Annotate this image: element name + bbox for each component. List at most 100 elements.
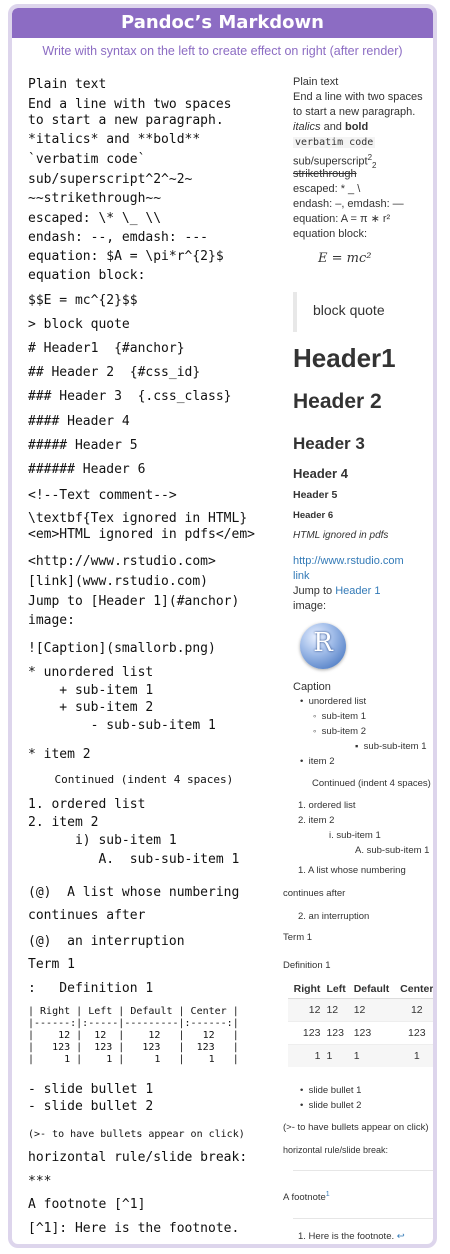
src-table-header: | Right | Left | Default | Center | <box>28 1006 239 1017</box>
table-cell: 12 <box>395 998 433 1022</box>
out-footnote-divider <box>293 1218 433 1219</box>
src-comment: <!--Text comment--> <box>28 488 177 503</box>
out-html-ignored: HTML ignored in pdfs <box>293 530 389 541</box>
src-link: [link](www.rstudio.com) <box>28 574 209 589</box>
out-ul-sub2-label: sub-item 2 <box>321 726 367 737</box>
out-italics-bold: italics and bold <box>293 120 368 134</box>
out-equation-block: E = mc² <box>318 251 372 266</box>
panel-subtitle: Write with syntax on the left to create … <box>42 44 403 58</box>
src-ul-1: * unordered list <box>28 665 154 680</box>
table-header-row: Right Left Default Center <box>288 980 433 999</box>
src-header4: #### Header 4 <box>28 414 130 429</box>
out-sub-base: sub/superscript <box>293 155 368 168</box>
out-jump-prefix: Jump to <box>293 585 336 597</box>
out-verbatim-code: verbatim code <box>293 137 376 148</box>
out-footnote-mark[interactable]: 1 <box>326 1191 330 1198</box>
src-italics-bold: *italics* and **bold** <box>28 132 201 147</box>
out-ul-item2-label: item 2 <box>308 756 335 767</box>
src-numbered-2: (@) an interruption <box>28 934 185 949</box>
table-header-cell: Right <box>288 980 324 999</box>
src-ul-subsub1: - sub-sub-item 1 <box>28 718 216 733</box>
out-footnote: A footnote1 <box>283 1189 330 1204</box>
src-ol-2: 2. item 2 <box>28 815 99 830</box>
out-jump-link[interactable]: Header 1 <box>335 585 380 597</box>
out-sub: 2 <box>372 160 377 170</box>
src-click-note: (>- to have bullets appear on click) <box>28 1129 245 1140</box>
src-slide-bullet-2: - slide bullet 2 <box>28 1099 154 1114</box>
out-ol-sub: i. sub-item 1 <box>329 830 381 841</box>
src-equation-block-label: equation block: <box>28 268 146 283</box>
out-url-link[interactable]: http://www.rstudio.com <box>293 554 404 568</box>
src-image-label: image: <box>28 613 75 628</box>
out-ul-1-label: unordered list <box>308 696 367 707</box>
src-footnote-ref: A footnote [^1] <box>28 1197 146 1212</box>
src-header2: ## Header 2 {#css_id} <box>28 365 201 380</box>
out-ul-sub1: ◦ sub-item 1 <box>313 711 367 722</box>
out-paragraph-line-1: End a line with two spaces <box>293 91 423 103</box>
src-ol-sub: i) sub-item 1 <box>28 833 177 848</box>
r-logo-image: R <box>300 623 346 669</box>
out-ol-subsub: A. sub-sub-item 1 <box>355 845 430 856</box>
table-row: 123 123 123 123 <box>288 1021 433 1045</box>
src-verbatim: `verbatim code` <box>28 152 146 167</box>
out-header5: Header 5 <box>293 489 338 501</box>
out-equation: equation: A = π ∗ r² <box>293 213 391 225</box>
src-block-quote: > block quote <box>28 317 130 332</box>
out-image-label: image: <box>293 600 327 612</box>
src-line-break-1: End a line with two spaces <box>28 97 232 112</box>
src-html: <em>HTML ignored in pdfs</em> <box>28 527 255 542</box>
table-row: 12 12 12 12 <box>288 998 433 1022</box>
src-autolink: <http://www.rstudio.com> <box>28 554 216 569</box>
out-ol-2: 2. item 2 <box>298 815 335 826</box>
src-image: ![Caption](smallorb.png) <box>28 641 216 656</box>
src-sub-superscript: sub/superscript^2^~2~ <box>28 172 193 187</box>
src-equation-block: $$E = mc^{2}$$ <box>28 293 138 308</box>
src-numbered-1: (@) A list whose numbering <box>28 885 240 900</box>
table-header-cell: Center <box>395 980 433 999</box>
out-ul-subsub1-label: sub-sub-item 1 <box>363 741 427 752</box>
src-ul-sub2: + sub-item 2 <box>28 700 154 715</box>
out-plain-text: Plain text <box>293 76 339 88</box>
out-dashes: endash: –, emdash: — <box>293 198 404 210</box>
out-table: Right Left Default Center 12 12 12 12 12… <box>288 980 433 1067</box>
r-logo-letter: R <box>313 628 333 658</box>
out-ul-sub2: ◦ sub-item 2 <box>313 726 367 737</box>
out-blockquote: block quote <box>293 292 431 332</box>
out-slide-bullet-1-label: slide bullet 1 <box>308 1085 362 1096</box>
out-ol-1: 1. ordered list <box>298 800 356 811</box>
footnote-back-icon[interactable]: ↩ <box>397 1231 405 1242</box>
out-link[interactable]: link <box>293 569 310 583</box>
out-header1: Header1 <box>293 343 396 373</box>
out-header3: Header 3 <box>293 434 365 453</box>
out-header2: Header 2 <box>293 390 382 413</box>
src-table-row3: | 1 | 1 | 1 | 1 | <box>28 1054 239 1065</box>
out-bold: bold <box>344 121 369 133</box>
out-click-note: (>- to have bullets appear on click) <box>283 1122 429 1133</box>
out-escaped: escaped: * _ \ <box>293 183 361 195</box>
table-cell: 123 <box>395 1021 433 1045</box>
out-header4: Header 4 <box>293 466 348 481</box>
out-term: Term 1 <box>283 932 313 943</box>
src-ul-sub1: + sub-item 1 <box>28 683 154 698</box>
out-slide-bullet-2: • slide bullet 2 <box>300 1100 362 1111</box>
table-header-cell: Left <box>323 980 351 999</box>
out-jump: Jump to Header 1 <box>293 584 380 598</box>
table-cell: 123 <box>288 1021 324 1045</box>
src-header6: ###### Header 6 <box>28 462 146 477</box>
src-escaped: escaped: \* \_ \\ <box>28 211 162 226</box>
table-row: 1 1 1 1 <box>288 1044 433 1067</box>
panel-title: Pandoc’s Markdown <box>12 8 433 38</box>
table-cell: 12 <box>323 998 351 1022</box>
src-header1: # Header1 {#anchor} <box>28 341 185 356</box>
out-ul-subsub1: ▪ sub-sub-item 1 <box>355 741 427 752</box>
out-numbered-1: 1. A list whose numbering <box>298 865 406 876</box>
out-hr-label: horizontal rule/slide break: <box>283 1145 389 1155</box>
out-caption: Caption <box>293 681 331 693</box>
table-cell: 1 <box>323 1044 351 1067</box>
src-ol-1: 1. ordered list <box>28 797 146 812</box>
out-definition: Definition 1 <box>283 960 331 971</box>
table-cell: 1 <box>350 1044 396 1067</box>
out-ul-1: • unordered list <box>300 696 367 707</box>
out-footnote-def: 1. Here is the footnote. ↩ <box>298 1231 405 1243</box>
src-ul-item2: * item 2 <box>28 747 91 762</box>
